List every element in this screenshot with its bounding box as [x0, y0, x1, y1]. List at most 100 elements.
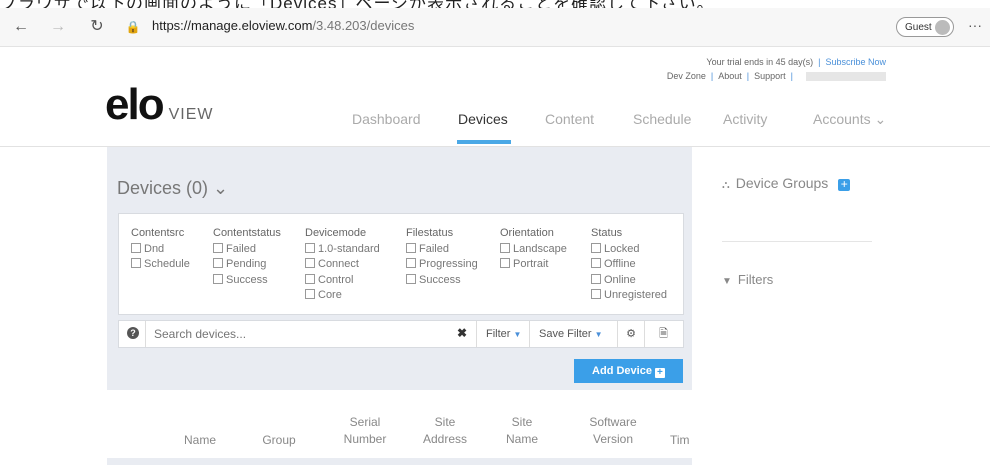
caret-down-icon: ▼ — [594, 330, 603, 339]
filter-option[interactable]: Online — [591, 273, 667, 289]
filter-option[interactable]: Core — [305, 288, 380, 304]
checkbox[interactable] — [305, 242, 315, 253]
nav-devices[interactable]: Devices — [458, 111, 508, 127]
back-icon[interactable]: ← — [10, 16, 32, 38]
refresh-icon[interactable]: ↻ — [86, 16, 108, 38]
filter-header: Devicemode — [305, 227, 367, 239]
add-device-group-button[interactable]: + — [838, 178, 851, 191]
column-header-software-version[interactable]: Software Version — [576, 414, 650, 448]
checkbox[interactable] — [213, 258, 223, 269]
checkbox[interactable] — [131, 258, 141, 269]
nav-schedule[interactable]: Schedule — [633, 111, 691, 127]
filters-section[interactable]: ▼ Filters — [722, 272, 773, 287]
filter-column-status: Status Locked Offline Online Unregistere… — [591, 226, 667, 304]
filter-option[interactable]: Offline — [591, 257, 667, 273]
checkbox[interactable] — [213, 242, 223, 253]
column-header-group[interactable]: Group — [249, 432, 309, 449]
filter-option[interactable]: Success — [406, 273, 478, 289]
filter-option[interactable]: Dnd — [131, 242, 190, 258]
clear-search-icon[interactable]: ✖ — [457, 326, 467, 340]
logo-brand: elo — [105, 80, 165, 129]
checkbox[interactable] — [305, 289, 315, 300]
checkbox[interactable] — [591, 242, 601, 253]
checkbox[interactable] — [406, 242, 416, 253]
filter-dropdown[interactable]: Filter ▼ — [476, 321, 529, 347]
top-banner-text: ブラウザで以下の画面のように「Devices」ページが表示されることを確認して下… — [0, 0, 990, 8]
gear-icon[interactable]: ⚙ — [617, 321, 644, 347]
filter-option[interactable]: Pending — [213, 257, 281, 273]
forward-icon[interactable]: → — [47, 16, 69, 38]
devices-title[interactable]: Devices (0) ⌄ — [117, 178, 228, 199]
sidebar-divider — [722, 241, 872, 242]
help-icon[interactable]: ? — [127, 327, 139, 339]
subscribe-now-link[interactable]: Subscribe Now — [825, 57, 886, 67]
nav-dashboard[interactable]: Dashboard — [352, 111, 421, 127]
guest-profile-button[interactable]: Guest — [896, 17, 954, 37]
plus-icon: + — [654, 368, 665, 378]
logo-suffix: VIEW — [168, 106, 214, 123]
url-path: /3.48.203/devices — [312, 18, 415, 33]
checkbox[interactable] — [305, 273, 315, 284]
checkbox[interactable] — [213, 273, 223, 284]
filter-option[interactable]: Unregistered — [591, 288, 667, 304]
caret-down-icon: ▼ — [513, 330, 522, 339]
filter-label: Filter — [486, 328, 511, 340]
save-filter-dropdown[interactable]: Save Filter ▼ — [529, 321, 617, 347]
checkbox[interactable] — [406, 273, 416, 284]
filter-option[interactable]: 1.0-standard — [305, 242, 380, 258]
logo[interactable]: elo VIEW — [105, 80, 213, 130]
search-input[interactable] — [145, 321, 456, 347]
filter-header: Status — [591, 227, 623, 239]
checkbox[interactable] — [591, 273, 601, 284]
table-header-border — [107, 458, 692, 465]
filter-option[interactable]: Failed — [406, 242, 478, 258]
dev-zone-link[interactable]: Dev Zone — [667, 71, 706, 81]
checkbox[interactable] — [500, 258, 510, 269]
filter-header: Orientation — [500, 227, 554, 239]
add-device-button[interactable]: Add Device + — [574, 359, 683, 383]
checkbox[interactable] — [131, 242, 141, 253]
support-link[interactable]: Support — [754, 71, 786, 81]
filter-option[interactable]: Success — [213, 273, 281, 289]
checkbox[interactable] — [500, 242, 510, 253]
nav-activity[interactable]: Activity — [723, 111, 767, 127]
device-groups-section: ⛬ Device Groups + — [722, 175, 851, 192]
account-links: Your trial ends in 45 day(s) | Subscribe N… — [666, 57, 886, 82]
nav-content[interactable]: Content — [545, 111, 594, 127]
hierarchy-icon: ⛬ — [722, 179, 730, 191]
add-device-label: Add Device — [592, 365, 652, 377]
checkbox[interactable] — [305, 258, 315, 269]
funnel-icon: ▼ — [722, 276, 732, 287]
filter-header: Contentsrc — [131, 227, 185, 239]
about-link[interactable]: About — [718, 71, 742, 81]
filter-option[interactable]: Failed — [213, 242, 281, 258]
filter-column-contentstatus: Contentstatus Failed Pending Success — [213, 226, 281, 288]
user-menu[interactable] — [806, 72, 886, 82]
checkbox[interactable] — [591, 258, 601, 269]
search-toolbar: ? ✖ Filter ▼ Save Filter ▼ ⚙ 🗎 — [118, 320, 684, 348]
filter-option[interactable]: Schedule — [131, 257, 190, 273]
filter-option[interactable]: Locked — [591, 242, 667, 258]
column-header-site-address[interactable]: Site Address — [412, 414, 478, 448]
checkbox[interactable] — [406, 258, 416, 269]
column-header-serial-number[interactable]: Serial Number — [335, 414, 395, 448]
checkbox[interactable] — [591, 289, 601, 300]
column-header-site-name[interactable]: Site Name — [492, 414, 552, 448]
more-icon[interactable]: ··· — [968, 17, 982, 33]
filter-option[interactable]: Control — [305, 273, 380, 289]
filters-label: Filters — [737, 272, 774, 287]
column-header-time[interactable]: Tim — [670, 432, 694, 449]
filter-option[interactable]: Portrait — [500, 257, 567, 273]
filter-option[interactable]: Landscape — [500, 242, 567, 258]
filter-header: Contentstatus — [213, 227, 281, 239]
avatar-icon — [935, 20, 950, 35]
export-icon[interactable]: 🗎 — [644, 321, 682, 347]
filter-column-devicemode: Devicemode 1.0-standard Connect Control … — [305, 226, 380, 304]
address-bar[interactable]: https://manage.eloview.com/3.48.203/devi… — [152, 18, 414, 33]
filter-option[interactable]: Progressing — [406, 257, 478, 273]
filter-option[interactable]: Connect — [305, 257, 380, 273]
column-header-name[interactable]: Name — [170, 432, 230, 449]
filter-column-filestatus: Filestatus Failed Progressing Success — [406, 226, 478, 288]
nav-accounts[interactable]: Accounts ⌄ — [813, 111, 886, 128]
trial-text: Your trial ends in 45 day(s) — [706, 57, 814, 67]
